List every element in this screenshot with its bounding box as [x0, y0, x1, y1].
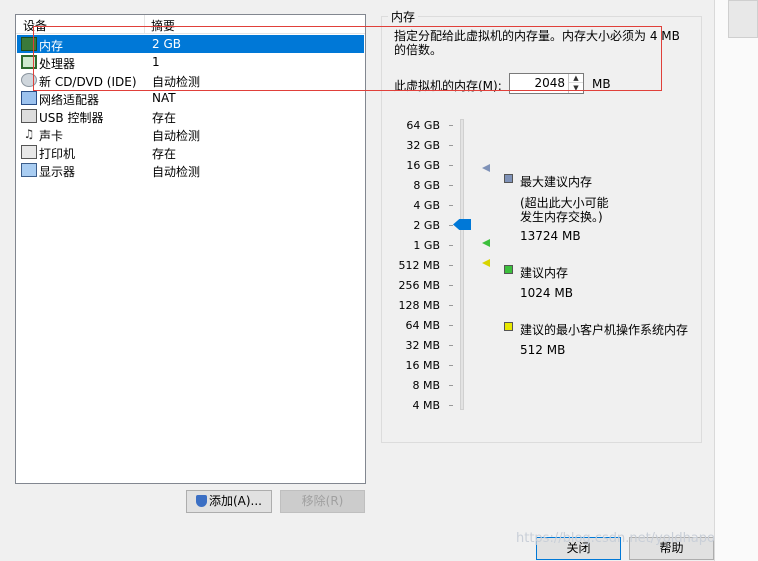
device-name: 声卡 [39, 129, 64, 143]
scrollbar-thumb[interactable] [728, 0, 758, 38]
printer-icon [21, 145, 37, 159]
shield-icon [195, 495, 207, 507]
device-row-network-adapter[interactable]: 网络适配器 NAT [17, 89, 364, 107]
scale-label-512mb: 512 MB [398, 259, 440, 272]
scale-label-8gb: 8 GB [413, 179, 440, 192]
remove-device-button[interactable]: 移除(R) [280, 490, 365, 513]
device-summary: 存在 [152, 147, 177, 161]
max-recommended-note-line2: 发生内存交换。) [520, 210, 603, 224]
device-summary: 自动检测 [152, 165, 201, 179]
scale-tick [449, 365, 453, 366]
scale-tick [449, 265, 453, 266]
scale-tick [449, 185, 453, 186]
device-summary: NAT [152, 91, 176, 105]
scale-tick [449, 305, 453, 306]
scale-label-1gb: 1 GB [413, 239, 440, 252]
scale-tick [449, 385, 453, 386]
display-icon [21, 163, 37, 177]
guest-min-value: 512 MB [520, 343, 566, 357]
vertical-scrollbar[interactable] [714, 0, 758, 561]
add-device-label: 添加(A)... [208, 494, 263, 508]
max-recommended-label: 最大建议内存 [520, 175, 593, 189]
device-row-usb[interactable]: USB 控制器 存在 [17, 107, 364, 125]
add-device-button[interactable]: 添加(A)... [186, 490, 272, 513]
device-name: 打印机 [39, 147, 76, 161]
scale-tick [449, 245, 453, 246]
scale-tick [449, 285, 453, 286]
memory-slider-track[interactable] [460, 119, 464, 410]
device-row-sound-card[interactable]: ♫ 声卡 自动检测 [17, 125, 364, 143]
device-row-display[interactable]: 显示器 自动检测 [17, 161, 364, 179]
device-name: 显示器 [39, 165, 76, 179]
scale-label-256mb: 256 MB [398, 279, 440, 292]
network-adapter-icon [21, 91, 37, 105]
scale-tick [449, 145, 453, 146]
scale-tick [449, 225, 453, 226]
guest-min-swatch [504, 322, 513, 331]
recommended-swatch [504, 265, 513, 274]
scale-tick [449, 345, 453, 346]
scale-label-4mb: 4 MB [412, 399, 440, 412]
device-row-printer[interactable]: 打印机 存在 [17, 143, 364, 161]
recommended-value: 1024 MB [520, 286, 573, 300]
scale-tick [449, 165, 453, 166]
scale-tick [449, 405, 453, 406]
scale-label-32mb: 32 MB [405, 339, 440, 352]
max-recommended-swatch [504, 174, 513, 183]
guest-min-marker-icon [482, 259, 490, 267]
scale-tick [449, 125, 453, 126]
max-recommended-marker-icon [482, 164, 490, 172]
scale-label-16gb: 16 GB [406, 159, 440, 172]
scale-label-16mb: 16 MB [405, 359, 440, 372]
device-summary: 自动检测 [152, 129, 201, 143]
memory-group-title: 内存 [388, 8, 419, 25]
usb-icon [21, 109, 37, 123]
scale-label-128mb: 128 MB [398, 299, 440, 312]
recommended-label: 建议内存 [520, 266, 569, 280]
scale-label-2gb: 2 GB [413, 219, 440, 232]
scale-label-4gb: 4 GB [413, 199, 440, 212]
scale-tick [449, 325, 453, 326]
guest-min-label: 建议的最小客户机操作系统内存 [520, 323, 689, 337]
watermark-text: https://blog.csdn.net/yoldhapo [516, 531, 715, 546]
sound-card-icon: ♫ [23, 127, 35, 141]
highlight-annotation [33, 26, 662, 91]
device-summary: 存在 [152, 111, 177, 125]
scale-tick [449, 205, 453, 206]
scale-label-64mb: 64 MB [405, 319, 440, 332]
scale-label-64gb: 64 GB [406, 119, 440, 132]
device-name: 网络适配器 [39, 93, 100, 107]
scale-label-32gb: 32 GB [406, 139, 440, 152]
max-recommended-value: 13724 MB [520, 229, 581, 243]
scale-label-8mb: 8 MB [412, 379, 440, 392]
device-name: USB 控制器 [39, 111, 104, 125]
recommended-marker-icon [482, 239, 490, 247]
